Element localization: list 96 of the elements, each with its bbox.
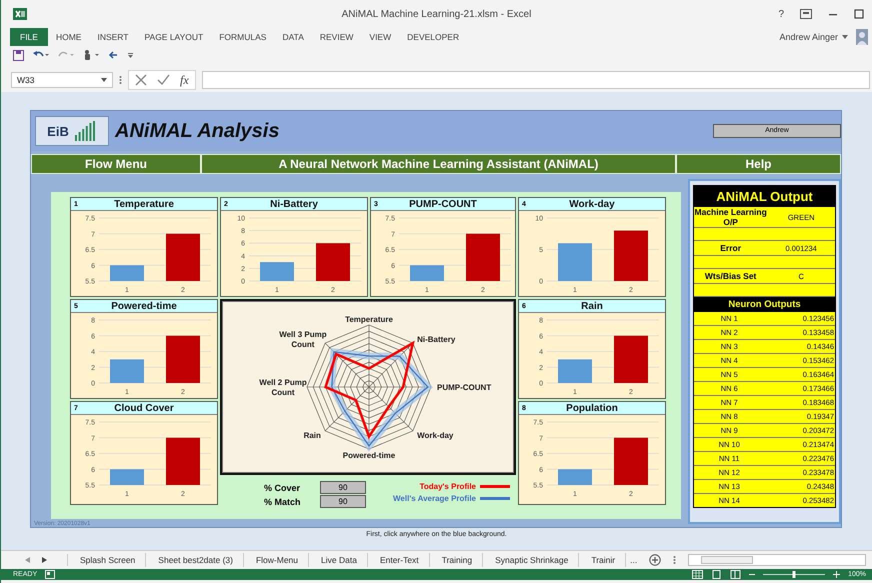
ribbon-tab[interactable]: INSERT xyxy=(89,28,136,46)
bar xyxy=(558,359,592,383)
radar-axis-label: Temperature xyxy=(345,315,393,324)
slider-thumb[interactable] xyxy=(792,571,796,578)
chart-title: Temperature xyxy=(114,198,174,210)
chart-title: Powered-time xyxy=(111,300,177,312)
cancel-icon[interactable] xyxy=(135,74,147,86)
maximize-icon[interactable] xyxy=(854,9,864,19)
customize-toolbar-icon[interactable] xyxy=(127,52,134,58)
neuron-outputs-header: Neuron Outputs xyxy=(694,297,835,312)
bar xyxy=(410,265,444,281)
menu-bar-cell[interactable]: Flow Menu xyxy=(31,154,201,174)
user-name[interactable]: Andrew Ainger xyxy=(779,32,838,42)
bar xyxy=(558,469,592,485)
score-label: % Match xyxy=(264,496,302,506)
bar xyxy=(558,243,592,281)
score-label: % Cover xyxy=(264,482,302,492)
bar xyxy=(466,234,500,281)
add-sheet-icon[interactable] xyxy=(649,554,662,566)
excel-logo-icon xyxy=(13,7,27,21)
chart-title: Rain xyxy=(581,300,603,312)
zoom-in-icon[interactable] xyxy=(833,571,840,578)
chart-title: Ni-Battery xyxy=(270,198,318,210)
menu-bar-cell[interactable]: A Neural Network Machine Learning Assistant (ANiMAL) xyxy=(201,154,676,174)
touch-mode-icon[interactable] xyxy=(83,49,99,61)
ribbon-tab[interactable]: DEVELOPER xyxy=(399,28,468,46)
scroll-right-icon[interactable] xyxy=(42,557,47,563)
radar-axis-label: Well 3 Pump Count xyxy=(279,330,327,349)
output-label: Wts/Bias Set xyxy=(704,271,758,281)
bar xyxy=(166,438,200,485)
insert-function-button[interactable]: fx xyxy=(180,72,189,88)
save-icon[interactable] xyxy=(13,50,24,60)
output-label: Error xyxy=(719,243,742,253)
ribbon-tab[interactable]: VIEW xyxy=(361,28,400,46)
legend-label: Well's Average Profile xyxy=(393,494,476,503)
ribbon-display-icon[interactable] xyxy=(800,9,812,19)
check-icon[interactable] xyxy=(157,74,170,86)
radar-axis-label: Rain xyxy=(304,431,321,440)
ribbon-tab[interactable]: REVIEW xyxy=(312,28,362,46)
bar xyxy=(614,438,648,485)
legend-label: Today's Profile xyxy=(420,482,476,491)
help-button[interactable]: ? xyxy=(778,8,784,20)
scroll-left-icon[interactable] xyxy=(25,557,30,563)
more-options-icon xyxy=(119,75,122,85)
bar xyxy=(614,230,648,281)
output-title: ANiMAL Output xyxy=(694,186,835,207)
name-box[interactable]: W33 xyxy=(11,72,113,88)
bar-logo-icon xyxy=(74,121,97,141)
radar-axis-label: Powered-time xyxy=(342,451,396,460)
ribbon-tab[interactable]: FORMULAS xyxy=(211,28,274,46)
score-value: 90 xyxy=(320,481,366,494)
bar xyxy=(166,234,200,281)
zoom-slider[interactable] xyxy=(763,570,826,579)
radar-axis-label: Ni-Battery xyxy=(417,334,456,344)
page-layout-icon[interactable] xyxy=(711,570,722,579)
bar xyxy=(614,336,648,383)
sheet-tab[interactable]: Training xyxy=(442,553,484,567)
back-arrow-icon[interactable] xyxy=(108,50,118,60)
normal-view-icon[interactable] xyxy=(692,570,704,579)
formula-input[interactable] xyxy=(202,71,870,89)
radar-axis-label: Work-day xyxy=(417,431,454,440)
ribbon-tab[interactable]: FILE xyxy=(10,28,48,46)
logo-text: EiB xyxy=(47,124,69,138)
bar xyxy=(110,359,144,383)
dropdown-caret-icon[interactable] xyxy=(842,35,848,39)
sheet-tab[interactable]: Synaptic Shrinkage xyxy=(495,553,580,567)
chart-title: PUMP-COUNT xyxy=(409,198,477,210)
sheet-tab[interactable]: Live Data xyxy=(321,553,368,567)
more-sheets-button[interactable]: ... xyxy=(630,555,638,565)
bar xyxy=(316,243,350,281)
radar-axis-label: Well 2 Pump Count xyxy=(259,378,307,397)
menu-bar-cell[interactable]: Help xyxy=(676,154,841,174)
more-options-icon xyxy=(673,555,676,565)
bar xyxy=(110,265,144,281)
ribbon-tab[interactable]: PAGE LAYOUT xyxy=(136,28,212,46)
ribbon-tab[interactable]: HOME xyxy=(48,28,90,46)
sheet-tab[interactable]: Flow-Menu xyxy=(256,553,310,567)
chart-title: Work-day xyxy=(569,198,615,210)
sheet-tab[interactable]: Sheet best2date (3) xyxy=(158,553,244,567)
dashboard-title: ANiMAL Analysis xyxy=(115,120,280,142)
page-break-icon[interactable] xyxy=(730,570,742,579)
radar-axis-label: PUMP-COUNT xyxy=(437,383,492,392)
bar xyxy=(166,336,200,383)
sheet-tab[interactable]: Enter-Text xyxy=(380,553,430,567)
window-title: ANiMAL Machine Learning-21.xlsm - Excel xyxy=(342,8,532,20)
chart-title: Cloud Cover xyxy=(114,402,174,414)
bar xyxy=(260,262,294,281)
horizontal-scrollbar[interactable] xyxy=(688,554,866,566)
bar xyxy=(110,469,144,485)
ribbon-tab[interactable]: DATA xyxy=(274,28,312,46)
macro-record-icon[interactable] xyxy=(45,570,56,579)
score-value: 90 xyxy=(320,495,366,508)
chart-title: Population xyxy=(566,402,618,414)
output-label: Machine Learning O/P xyxy=(694,207,768,227)
sheet-tab[interactable]: Splash Screen xyxy=(80,553,146,567)
sheet-tab[interactable]: Trainir xyxy=(591,553,626,567)
